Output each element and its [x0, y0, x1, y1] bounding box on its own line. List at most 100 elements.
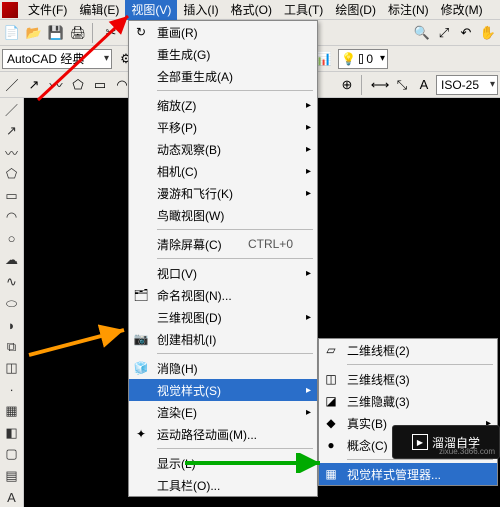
view-menu-item[interactable]: 重生成(G) — [129, 43, 317, 65]
view-menu-item[interactable]: 全部重生成(A) — [129, 65, 317, 87]
cut-icon[interactable]: ✂ — [101, 23, 121, 43]
gradient-icon[interactable]: ◧ — [2, 423, 22, 443]
menu-item-icon: ↻ — [133, 24, 149, 40]
table-icon[interactable]: ▤ — [2, 466, 22, 486]
view-menu-item[interactable]: ↻ 重画(R) — [129, 21, 317, 43]
dimstyle-combo[interactable]: ISO-25 — [436, 75, 498, 95]
menu-item-icon: ◫ — [323, 371, 339, 387]
submenu-arrow-icon: ▸ — [306, 188, 311, 199]
line-icon[interactable]: ／ — [2, 75, 22, 95]
view-menu-item[interactable]: 平移(P)▸ — [129, 116, 317, 138]
line-icon[interactable]: ／ — [2, 100, 22, 120]
mtext-icon[interactable]: A — [2, 488, 22, 507]
menu-draw[interactable]: 绘图(D) — [329, 0, 382, 20]
menu-item-label: 缩放(Z) — [157, 97, 196, 114]
menu-edit[interactable]: 编辑(E) — [73, 0, 125, 20]
submenu-arrow-icon: ▸ — [306, 166, 311, 177]
layer-combo[interactable]: 💡 0 — [338, 49, 388, 69]
rectangle-icon[interactable]: ▭ — [2, 186, 22, 206]
circle-icon[interactable]: ○ — [2, 229, 22, 249]
view-menu-item[interactable]: 工具栏(O)... — [129, 474, 317, 496]
menu-tools[interactable]: 工具(T) — [278, 0, 329, 20]
visual-style-item[interactable]: ◪三维隐藏(3) — [319, 390, 497, 412]
pline-icon[interactable]: 〰 — [2, 143, 22, 163]
menu-item-icon: ▦ — [323, 466, 339, 482]
block-make-icon[interactable]: ◫ — [2, 358, 22, 378]
view-menu-item[interactable]: 视口(V)▸ — [129, 262, 317, 284]
workspace-combo[interactable]: AutoCAD 经典 — [2, 49, 112, 69]
visual-style-item[interactable]: ▱二维线框(2) — [319, 339, 497, 361]
block-insert-icon[interactable]: ⧉ — [2, 337, 22, 357]
open-file-icon[interactable]: 📂 — [24, 23, 44, 43]
menu-item-label: 视觉样式管理器... — [347, 466, 441, 483]
watermark-badge: ▶ 溜溜自学 zixue.3d66.com — [392, 425, 500, 459]
view-dropdown-menu: ↻重画(R)重生成(G)全部重生成(A)缩放(Z)▸平移(P)▸动态观察(B)▸… — [128, 20, 318, 497]
view-menu-item[interactable]: 相机(C) ▸ — [129, 160, 317, 182]
menu-insert[interactable]: 插入(I) — [177, 0, 224, 20]
menu-dimension[interactable]: 标注(N) — [382, 0, 435, 20]
watermark-url: zixue.3d66.com — [439, 447, 495, 456]
spline-icon[interactable]: ∿ — [2, 272, 22, 292]
menu-modify[interactable]: 修改(M) — [435, 0, 489, 20]
dim-style-icon[interactable]: A — [414, 75, 434, 95]
dim-linear-icon[interactable]: ⟷ — [370, 75, 390, 95]
visual-style-item[interactable]: ▦ 视觉样式管理器... — [319, 463, 497, 485]
ellipse-arc-icon[interactable]: ◗ — [2, 315, 22, 335]
xline-icon[interactable]: ↗ — [24, 75, 44, 95]
view-menu-item[interactable]: 鸟瞰视图(W) — [129, 204, 317, 226]
new-file-icon[interactable]: 📄 — [2, 23, 22, 43]
ucs-icon[interactable]: ⊕ — [337, 75, 357, 95]
menu-separator — [157, 229, 313, 230]
menu-file[interactable]: 文件(F) — [22, 0, 73, 20]
view-menu-item[interactable]: 清除屏幕(C)CTRL+0 — [129, 233, 317, 255]
view-menu-item[interactable]: 视觉样式(S)▸ — [129, 379, 317, 401]
visual-style-item[interactable]: ◫ 三维线框(3) — [319, 368, 497, 390]
save-icon[interactable]: 💾 — [46, 23, 66, 43]
pan-icon[interactable]: ✋ — [478, 23, 498, 43]
menu-item-label: 三维线框(3) — [347, 371, 410, 388]
view-menu-item[interactable]: 缩放(Z)▸ — [129, 94, 317, 116]
view-menu-item[interactable]: 显示(L)▸ — [129, 452, 317, 474]
visual-styles-submenu: ▱二维线框(2)◫三维线框(3)◪三维隐藏(3)◆真实(B)▸●概念(C)▸▦视… — [318, 338, 498, 486]
view-menu-item[interactable]: 🧊消隐(H) — [129, 357, 317, 379]
view-menu-item[interactable]: 渲染(E)▸ — [129, 401, 317, 423]
dim-aligned-icon[interactable]: ⤡ — [392, 75, 412, 95]
menu-item-label: 漫游和飞行(K) — [157, 185, 233, 202]
menu-item-label: 视口(V) — [157, 265, 197, 282]
rectangle-icon[interactable]: ▭ — [90, 75, 110, 95]
view-menu-item[interactable]: ✦运动路径动画(M)... — [129, 423, 317, 445]
menu-item-label: 相机(C) — [157, 163, 198, 180]
polyline-icon[interactable]: 〰 — [46, 75, 66, 95]
zoom-window-icon[interactable]: ⤢ — [434, 23, 454, 43]
menu-item-icon: ◪ — [323, 393, 339, 409]
revcloud-icon[interactable]: ☁ — [2, 251, 22, 271]
polygon-icon[interactable]: ⬠ — [68, 75, 88, 95]
view-menu-item[interactable]: 📷创建相机(I) — [129, 328, 317, 350]
xline-icon[interactable]: ↗ — [2, 122, 22, 142]
polygon-icon[interactable]: ⬠ — [2, 165, 22, 185]
menu-format[interactable]: 格式(O) — [225, 0, 278, 20]
menu-item-label: 重画(R) — [157, 24, 198, 41]
view-menu-item[interactable]: 动态观察(B)▸ — [129, 138, 317, 160]
region-icon[interactable]: ▢ — [2, 445, 22, 465]
zoom-realtime-icon[interactable]: 🔍 — [412, 23, 432, 43]
menu-item-label: 鸟瞰视图(W) — [157, 207, 224, 224]
plot-icon[interactable]: 🖨 — [68, 23, 88, 43]
menu-item-label: 渲染(E) — [157, 404, 197, 421]
point-icon[interactable]: ∙ — [2, 380, 22, 400]
ellipse-icon[interactable]: ⬭ — [2, 294, 22, 314]
menu-separator — [157, 353, 313, 354]
menu-item-label: 显示(L) — [157, 455, 196, 472]
hatch-icon[interactable]: ▦ — [2, 401, 22, 421]
menu-item-icon: 📷 — [133, 331, 149, 347]
view-menu-item[interactable]: 三维视图(D)▸ — [129, 306, 317, 328]
submenu-arrow-icon: ▸ — [306, 122, 311, 133]
menu-view[interactable]: 视图(V) — [125, 0, 177, 20]
menu-item-label: 二维线框(2) — [347, 342, 410, 359]
arc-icon[interactable]: ◠ — [2, 208, 22, 228]
menu-item-label: 真实(B) — [347, 415, 387, 432]
view-menu-item[interactable]: 🗂命名视图(N)... — [129, 284, 317, 306]
zoom-previous-icon[interactable]: ↶ — [456, 23, 476, 43]
view-menu-item[interactable]: 漫游和飞行(K) ▸ — [129, 182, 317, 204]
menu-item-label: 概念(C) — [347, 437, 388, 454]
